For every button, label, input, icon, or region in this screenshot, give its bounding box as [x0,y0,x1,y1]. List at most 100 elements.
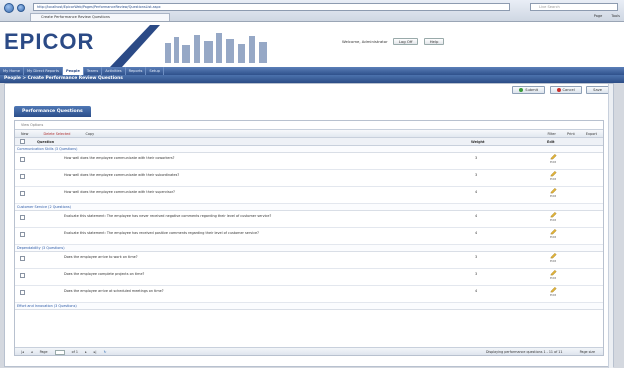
logout-button[interactable]: Log Off [392,38,419,45]
save-button[interactable]: Save [586,86,609,94]
prev-page-icon[interactable]: ◂ [31,350,33,354]
forward-icon[interactable] [17,4,25,12]
page-menu[interactable]: Page [594,14,602,18]
row-checkbox[interactable] [20,232,25,237]
copy-button[interactable]: Copy [85,130,94,138]
export-button[interactable]: Export [586,132,597,136]
cancel-label: Cancel [562,88,575,92]
cancel-button[interactable]: Cancel [549,86,582,94]
edit-button[interactable]: Edit [543,287,563,297]
column-header-weight[interactable]: Weight [471,138,485,146]
row-checkbox[interactable] [20,256,25,261]
weight-value: 3 [475,272,478,276]
header-banner-graphic [110,25,267,67]
address-bar[interactable]: http://localhost/EpicorWeb/Pages/Perform… [33,3,510,11]
weight-value: 4 [475,190,478,194]
help-label: Help [429,39,439,44]
table-row[interactable]: Evaluate this statement: The employee ha… [15,228,603,245]
delete-selected-button[interactable]: Delete Selected [43,130,70,138]
pager-status: Displaying performance questions 1 - 11 … [485,350,563,354]
tools-menu[interactable]: Tools [611,14,620,18]
row-checkbox[interactable] [20,157,25,162]
grid-header: Question Weight Edit [15,138,603,146]
weight-value: 4 [475,289,478,293]
row-checkbox[interactable] [20,191,25,196]
browser-toolbar: http://localhost/EpicorWeb/Pages/Perform… [0,0,624,22]
back-icon[interactable] [4,3,14,13]
table-row[interactable]: Does the employee complete projects on t… [15,269,603,286]
table-row[interactable]: How well does the employee communicate w… [15,170,603,187]
filter-button[interactable]: Filter [548,132,556,136]
column-header-question[interactable]: Question [37,138,54,146]
nav-reports[interactable]: Reports [126,67,147,75]
row-checkbox[interactable] [20,290,25,295]
nav-setup[interactable]: Setup [146,67,164,75]
question-text: Evaluate this statement: The employee ha… [64,231,259,235]
refresh-icon[interactable]: ↻ [104,350,107,354]
column-header-edit: Edit [547,140,555,144]
browser-search-input[interactable]: Live Search [530,3,618,11]
main-navigation: My Home My Direct Reports People Teams Activ… [0,67,624,75]
select-all-checkbox[interactable] [20,139,25,144]
table-row[interactable]: How well does the employee communicate w… [15,153,603,170]
question-text: How well does the employee communicate w… [64,156,175,160]
page-label: Page [39,350,48,354]
group-header[interactable]: Dependability (3 Questions) [15,245,603,252]
view-options-link[interactable]: View Options [15,121,603,129]
weight-value: 4 [475,214,478,218]
question-text: Evaluate this statement: The employee ha… [64,214,272,218]
first-page-icon[interactable]: |◂ [21,350,24,354]
edit-button[interactable]: Edit [543,229,563,239]
browser-tab[interactable]: Create Performance Review Questions [30,13,170,21]
group-header[interactable]: Customer Service (2 Questions) [15,204,603,211]
edit-button[interactable]: Edit [543,212,563,222]
page-size-select[interactable]: Page size [580,350,595,354]
questions-grid: View Options New Delete Selected Copy Fi… [14,120,604,356]
table-row[interactable]: Evaluate this statement: The employee ha… [15,211,603,228]
page-scrollbar[interactable] [608,84,613,368]
cancel-icon [556,88,561,92]
new-button[interactable]: New [21,130,28,138]
welcome-text: Welcome, Administrator [342,39,388,44]
edit-label: Edit [550,177,556,181]
table-row[interactable]: How well does the employee communicate w… [15,187,603,204]
page-of-label: of 1 [71,350,78,354]
group-header[interactable]: Communication Skills (3 Questions) [15,146,603,153]
epicor-logo: EPICOR [4,29,95,54]
edit-button[interactable]: Edit [543,154,563,164]
print-button[interactable]: Print [567,132,575,136]
app-header: EPICOR Welcome, Administrator Log Off He… [0,22,624,75]
page-number-input[interactable] [54,349,65,355]
edit-label: Edit [550,293,556,297]
submit-button[interactable]: Submit [512,86,546,94]
nav-my-direct-reports[interactable]: My Direct Reports [24,67,64,75]
table-row[interactable]: Does the employee arrive at scheduled me… [15,286,603,303]
next-page-icon[interactable]: ▸ [85,350,87,354]
last-page-icon[interactable]: ▸| [94,350,97,354]
row-checkbox[interactable] [20,174,25,179]
row-checkbox[interactable] [20,273,25,278]
group-header[interactable]: Effort and Innovation (3 Questions) [15,303,603,310]
edit-button[interactable]: Edit [543,188,563,198]
nav-my-home[interactable]: My Home [0,67,24,75]
edit-button[interactable]: Edit [543,171,563,181]
edit-button[interactable]: Edit [543,253,563,263]
edit-label: Edit [550,160,556,164]
edit-label: Edit [550,276,556,280]
row-checkbox[interactable] [20,215,25,220]
question-text: Does the employee arrive at scheduled me… [64,289,164,293]
nav-teams[interactable]: Teams [84,67,103,75]
weight-value: 4 [475,231,478,235]
nav-activities[interactable]: Activities [102,67,126,75]
weight-value: 3 [475,173,478,177]
help-button[interactable]: Help [423,38,445,45]
nav-people[interactable]: People [63,67,84,75]
question-text: How well does the employee communicate w… [64,173,180,177]
main-content: Submit Cancel Save Performance Questions… [4,83,614,368]
logout-label: Log Off [398,39,413,44]
edit-button[interactable]: Edit [543,270,563,280]
grid-toolbar: New Delete Selected Copy Filter Print Ex… [15,129,603,138]
table-row[interactable]: Does the employee arrive to work on time… [15,252,603,269]
panel-title: Performance Questions [14,106,91,117]
question-text: Does the employee complete projects on t… [64,272,145,276]
